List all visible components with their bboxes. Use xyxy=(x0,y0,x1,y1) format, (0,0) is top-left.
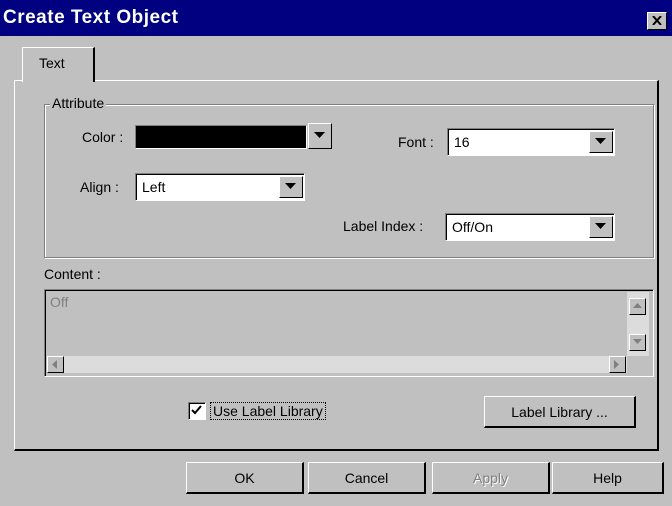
chevron-down-icon xyxy=(314,132,325,138)
label-index-select-value: Off/On xyxy=(452,219,493,235)
label-library-button-label: Label Library ... xyxy=(511,404,608,420)
vertical-scrollbar[interactable] xyxy=(627,292,649,356)
scroll-down-button[interactable] xyxy=(629,334,646,351)
label-index-select[interactable]: Off/On xyxy=(445,213,615,241)
horizontal-scrollbar[interactable] xyxy=(47,356,627,373)
dialog-window: Create Text Object Text Attribute Color … xyxy=(0,0,672,506)
cancel-button-label: Cancel xyxy=(344,470,389,486)
font-select[interactable]: 16 xyxy=(447,128,615,156)
align-label: Align : xyxy=(80,179,119,195)
close-button[interactable] xyxy=(647,12,667,30)
content-text: Off xyxy=(50,294,69,310)
help-button-label: Help xyxy=(593,470,622,486)
cancel-button[interactable]: Cancel xyxy=(308,462,426,494)
window-title: Create Text Object xyxy=(3,7,179,28)
content-label: Content : xyxy=(44,266,101,282)
help-button[interactable]: Help xyxy=(552,462,664,494)
color-dropdown-button[interactable] xyxy=(308,123,332,149)
ok-button[interactable]: OK xyxy=(186,462,304,494)
align-select[interactable]: Left xyxy=(135,173,305,201)
title-bar: Create Text Object xyxy=(0,0,672,36)
label-index-label: Label Index : xyxy=(343,218,424,234)
arrow-up-icon xyxy=(633,303,642,308)
checkmark-icon xyxy=(191,405,202,415)
label-index-dropdown-button[interactable] xyxy=(589,216,613,238)
label-library-button[interactable]: Label Library ... xyxy=(484,396,636,428)
use-label-library-checkbox[interactable] xyxy=(188,402,206,420)
chevron-down-icon xyxy=(595,138,606,144)
arrow-down-icon xyxy=(633,339,642,344)
tab-text-label: Text xyxy=(39,55,65,71)
tab-text[interactable]: Text xyxy=(22,47,95,82)
content-textarea[interactable]: Off xyxy=(44,289,654,377)
scroll-up-button[interactable] xyxy=(629,298,646,315)
ok-button-label: OK xyxy=(234,470,255,486)
arrow-right-icon xyxy=(614,360,619,369)
arrow-left-icon xyxy=(52,360,57,369)
font-select-value: 16 xyxy=(454,134,470,150)
close-icon xyxy=(652,16,662,25)
align-select-value: Left xyxy=(142,179,166,195)
use-label-library-label[interactable]: Use Label Library xyxy=(210,402,326,420)
apply-button-label: Apply xyxy=(472,470,509,486)
chevron-down-icon xyxy=(285,183,296,189)
scroll-left-button[interactable] xyxy=(47,356,64,373)
attribute-group-label: Attribute xyxy=(50,95,107,111)
font-label: Font : xyxy=(398,134,434,150)
color-label: Color : xyxy=(82,129,124,145)
scroll-right-button[interactable] xyxy=(609,356,626,373)
align-dropdown-button[interactable] xyxy=(279,176,303,198)
color-swatch[interactable] xyxy=(135,125,307,149)
font-dropdown-button[interactable] xyxy=(589,131,613,153)
apply-button[interactable]: Apply xyxy=(432,462,550,494)
chevron-down-icon xyxy=(595,223,606,229)
